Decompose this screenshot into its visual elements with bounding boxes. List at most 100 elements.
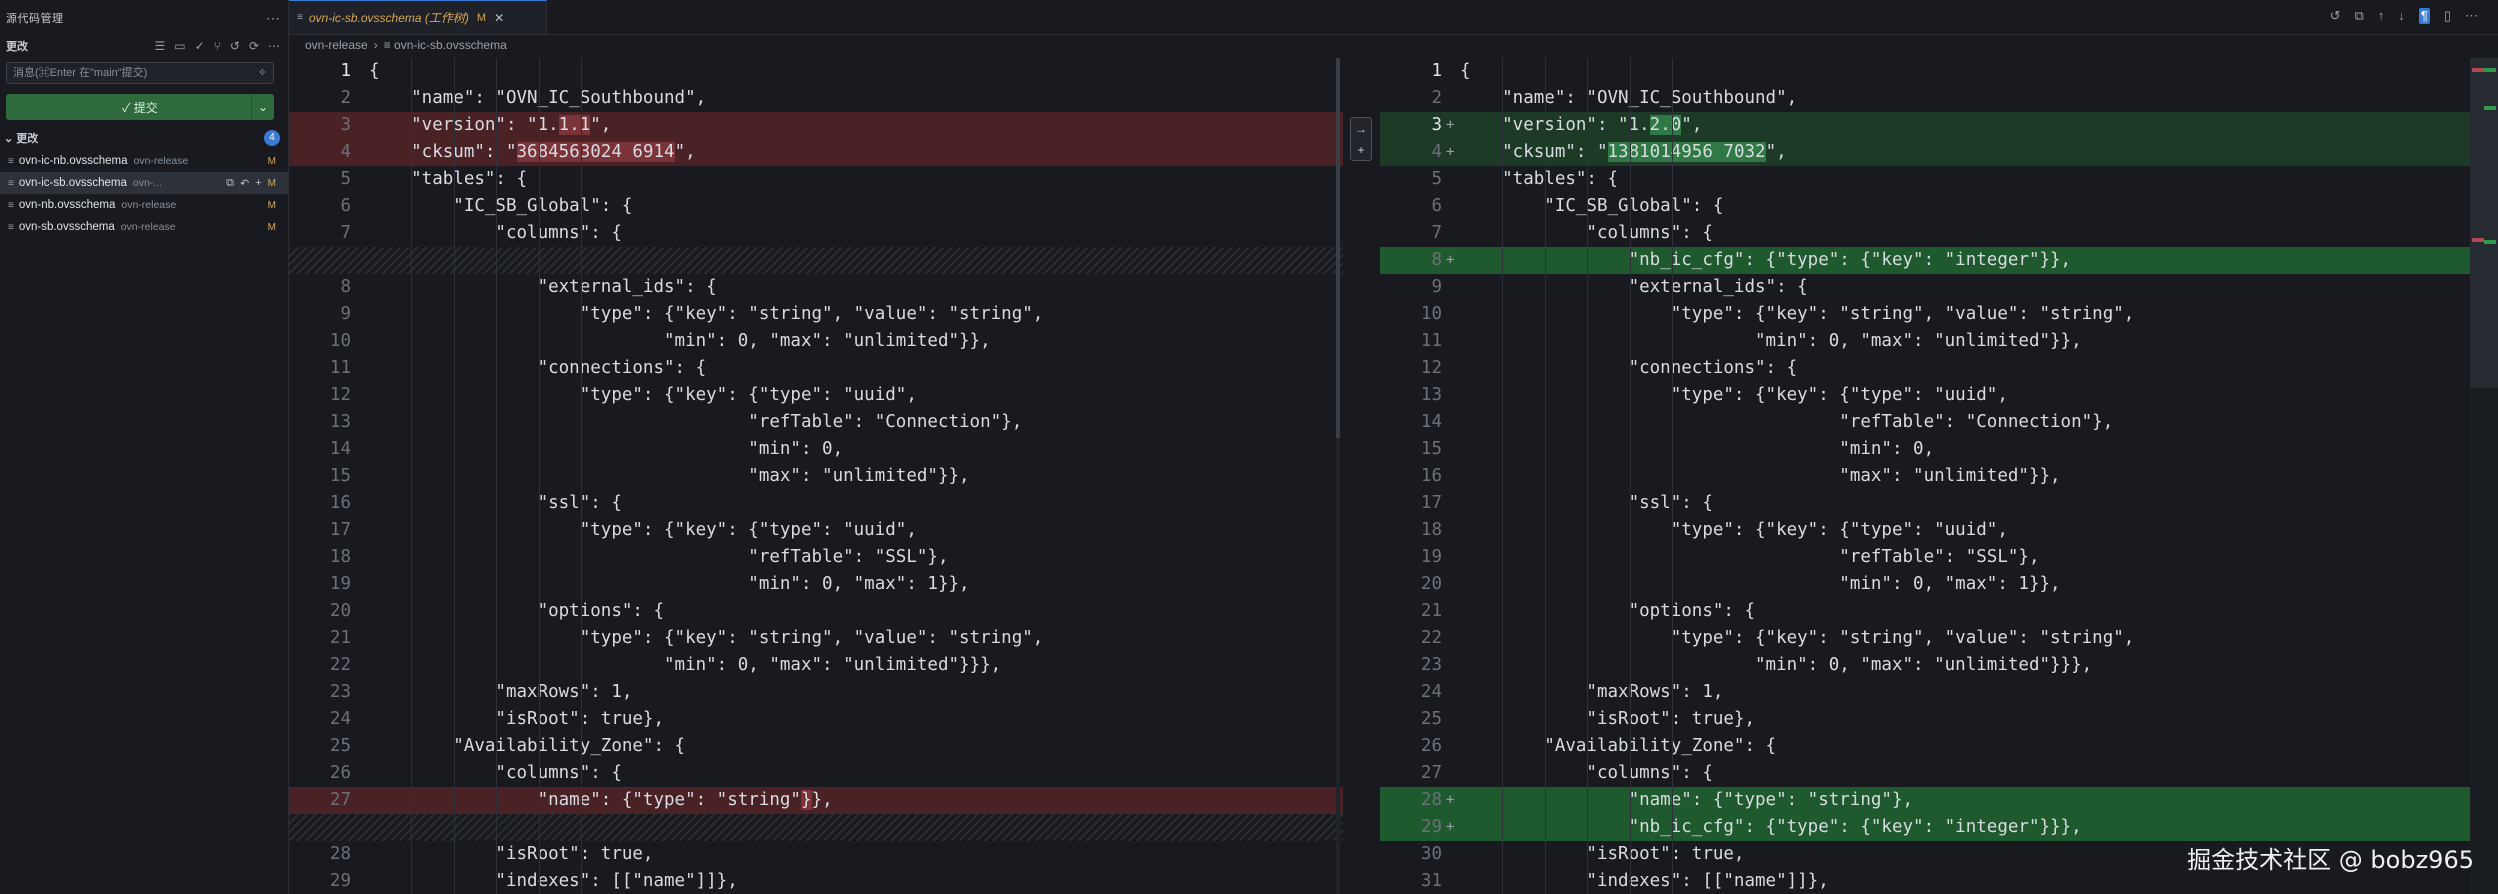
more-icon[interactable]: ⋯	[2465, 8, 2478, 24]
code-line[interactable]: 27 "name": {"type": "string"}},	[289, 787, 1343, 814]
code-line[interactable]: 20 "options": {	[289, 598, 1343, 625]
branch-icon[interactable]: ⑂	[214, 39, 221, 53]
more-actions-icon[interactable]: ⋯	[266, 10, 280, 27]
code-line[interactable]: 23 "min": 0, "max": "unlimited"}}},	[1380, 652, 2470, 679]
diff-original-pane[interactable]: 1{2 "name": "OVN_IC_Southbound", 3 "versi…	[289, 58, 1343, 894]
code-line[interactable]: 12 "connections": {	[1380, 355, 2470, 382]
code-line[interactable]: 14 "refTable": "Connection"},	[1380, 409, 2470, 436]
code-line[interactable]: 10 "min": 0, "max": "unlimited"}},	[289, 328, 1343, 355]
discard-icon[interactable]: ↶	[240, 177, 249, 190]
code-line[interactable]: 16 "ssl": {	[289, 490, 1343, 517]
code-line[interactable]: 11 "connections": {	[289, 355, 1343, 382]
code-line[interactable]: 25 "Availability_Zone": {	[289, 733, 1343, 760]
history-icon[interactable]: ↺	[230, 39, 240, 53]
code-line[interactable]: 3 + "version": "1.2.0",	[1380, 112, 2470, 139]
whitespace-toggle-icon[interactable]: ¶	[2418, 8, 2430, 24]
code-line[interactable]: 24 "maxRows": 1,	[1380, 679, 2470, 706]
code-line[interactable]: 13 "refTable": "Connection"},	[289, 409, 1343, 436]
code-line[interactable]: 6 "IC_SB_Global": {	[289, 193, 1343, 220]
code-line[interactable]: 20 "min": 0, "max": 1}},	[1380, 571, 2470, 598]
left-scrollbar[interactable]	[1336, 58, 1340, 894]
down-arrow-icon[interactable]: ↓	[2398, 8, 2405, 24]
code-line[interactable]: 2 "name": "OVN_IC_Southbound",	[289, 85, 1343, 112]
commit-message-input[interactable]: 消息(⌘Enter 在"main"提交) ✧	[6, 62, 274, 84]
code-line[interactable]: 12 "type": {"key": {"type": "uuid",	[289, 382, 1343, 409]
code-line[interactable]: 15 "min": 0,	[1380, 436, 2470, 463]
timeline-icon[interactable]: ↺	[2330, 8, 2341, 24]
code-line[interactable]: 8 + "nb_ic_cfg": {"type": {"key": "intege…	[1380, 247, 2470, 274]
code-line[interactable]: 10 "type": {"key": "string", "value": "s…	[1380, 301, 2470, 328]
code-line[interactable]: 15 "max": "unlimited"}},	[289, 463, 1343, 490]
code-line[interactable]: 28 + "name": {"type": "string"},	[1380, 787, 2470, 814]
code-line[interactable]: 4 + "cksum": "1381014956 7032",	[1380, 139, 2470, 166]
plus-icon[interactable]: +	[1357, 143, 1364, 157]
code-line[interactable]: 16 "max": "unlimited"}},	[1380, 463, 2470, 490]
code-line[interactable]: 18 "type": {"key": {"type": "uuid",	[1380, 517, 2470, 544]
file-row-selected[interactable]: ≡ ovn-ic-sb.ovsschema ovn-... ⧉ ↶ + M	[0, 172, 288, 194]
more-icon[interactable]: ⋯	[268, 39, 280, 53]
code-line[interactable]: 9 "type": {"key": "string", "value": "st…	[289, 301, 1343, 328]
code-line[interactable]: 29 "indexes": [["name"]]},	[289, 868, 1343, 894]
code-line[interactable]: 17 "type": {"key": {"type": "uuid",	[289, 517, 1343, 544]
code-line[interactable]: 29 + "nb_ic_cfg": {"type": {"key": "integ…	[1380, 814, 2470, 841]
code-line[interactable]: 25 "isRoot": true},	[1380, 706, 2470, 733]
code-line[interactable]: 5 "tables": {	[289, 166, 1343, 193]
code-line[interactable]: 18 "refTable": "SSL"},	[289, 544, 1343, 571]
code-line[interactable]: 8 "external_ids": {	[289, 274, 1343, 301]
commit-check-icon[interactable]: ✓	[195, 39, 205, 53]
overview-ruler[interactable]	[2470, 58, 2498, 894]
breadcrumb-folder[interactable]: ovn-release	[305, 38, 368, 52]
code-line[interactable]: 5 "tables": {	[1380, 166, 2470, 193]
view-as-list-icon[interactable]: ☰	[155, 39, 166, 53]
code-line[interactable]: 23 "maxRows": 1,	[289, 679, 1343, 706]
code-line[interactable]: 26 "columns": {	[289, 760, 1343, 787]
code-line[interactable]: 11 "min": 0, "max": "unlimited"}},	[1380, 328, 2470, 355]
comment-icon[interactable]: ▭	[174, 39, 185, 53]
open-file-icon[interactable]: ⧉	[2355, 8, 2364, 24]
up-arrow-icon[interactable]: ↑	[2378, 8, 2385, 24]
chevron-down-icon[interactable]: ⌄	[251, 94, 274, 120]
changes-section-header[interactable]: 更改 ☰ ▭ ✓ ⑂ ↺ ⟳ ⋯	[6, 36, 280, 56]
commit-button[interactable]: ✓ 提交 ⌄	[6, 94, 274, 120]
changes-group-header[interactable]: ⌄ 更改 4	[0, 128, 280, 148]
diff-modified-pane[interactable]: 1{2 "name": "OVN_IC_Southbound", 3 + "vers…	[1380, 58, 2470, 894]
code-line[interactable]: 27 "columns": {	[1380, 760, 2470, 787]
code-line[interactable]: 1{	[289, 58, 1343, 85]
code-line[interactable]: 24 "isRoot": true},	[289, 706, 1343, 733]
refresh-icon[interactable]: ⟳	[249, 39, 259, 53]
code-line[interactable]: 1{	[1380, 58, 2470, 85]
breadcrumb-file[interactable]: ovn-ic-sb.ovsschema	[394, 38, 507, 52]
diff-filler-line[interactable]	[289, 814, 1343, 841]
scrollbar-thumb[interactable]	[1336, 58, 1340, 438]
code-line[interactable]: 4 "cksum": "3684563024 6914",	[289, 139, 1343, 166]
code-line[interactable]: 22 "min": 0, "max": "unlimited"}}},	[289, 652, 1343, 679]
code-line[interactable]: 9 "external_ids": {	[1380, 274, 2470, 301]
diff-filler-line[interactable]	[289, 247, 1343, 274]
tab-diff-file[interactable]: ≡ ovn-ic-sb.ovsschema (工作树) M ✕	[289, 0, 547, 34]
code-line[interactable]: 13 "type": {"key": {"type": "uuid",	[1380, 382, 2470, 409]
code-line[interactable]: 28 "isRoot": true,	[289, 841, 1343, 868]
file-row[interactable]: ≡ ovn-sb.ovsschema ovn-release M	[0, 216, 288, 238]
sparkle-icon[interactable]: ✧	[258, 63, 267, 83]
revert-change-control[interactable]: → +	[1350, 117, 1372, 161]
code-line[interactable]: 17 "ssl": {	[1380, 490, 2470, 517]
code-line[interactable]: 7 "columns": {	[1380, 220, 2470, 247]
code-line[interactable]: 21 "type": {"key": "string", "value": "s…	[289, 625, 1343, 652]
file-row[interactable]: ≡ ovn-nb.ovsschema ovn-release M	[0, 194, 288, 216]
code-line[interactable]: 21 "options": {	[1380, 598, 2470, 625]
code-line[interactable]: 6 "IC_SB_Global": {	[1380, 193, 2470, 220]
code-line[interactable]: 26 "Availability_Zone": {	[1380, 733, 2470, 760]
code-line[interactable]: 3 "version": "1.1.1",	[289, 112, 1343, 139]
close-icon[interactable]: ✕	[494, 11, 504, 25]
arrow-right-icon[interactable]: →	[1355, 122, 1367, 136]
code-line[interactable]: 22 "type": {"key": "string", "value": "s…	[1380, 625, 2470, 652]
code-line[interactable]: 19 "refTable": "SSL"},	[1380, 544, 2470, 571]
code-line[interactable]: 19 "min": 0, "max": 1}},	[289, 571, 1343, 598]
file-row[interactable]: ≡ ovn-ic-nb.ovsschema ovn-release M	[0, 150, 288, 172]
code-line[interactable]: 14 "min": 0,	[289, 436, 1343, 463]
code-line[interactable]: 7 "columns": {	[289, 220, 1343, 247]
open-file-icon[interactable]: ⧉	[226, 177, 234, 190]
code-line[interactable]: 2 "name": "OVN_IC_Southbound",	[1380, 85, 2470, 112]
inline-view-icon[interactable]: ▯	[2444, 8, 2451, 24]
stage-icon[interactable]: +	[255, 177, 261, 190]
